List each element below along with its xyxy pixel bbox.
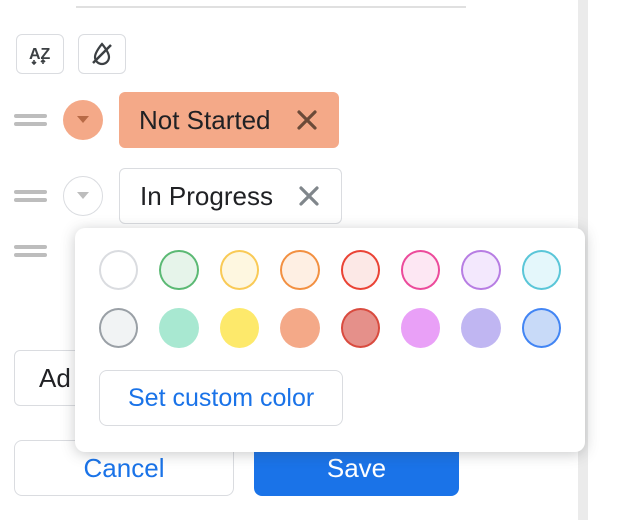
set-custom-color-button[interactable]: Set custom color xyxy=(99,370,343,426)
color-swatch[interactable] xyxy=(341,308,380,348)
option-row: Not Started xyxy=(14,92,470,148)
sort-az-button[interactable]: AZ xyxy=(16,34,64,74)
drag-handle-icon[interactable] xyxy=(14,113,47,127)
color-swatch[interactable] xyxy=(99,250,138,290)
chevron-down-icon xyxy=(76,115,90,125)
color-swatch[interactable] xyxy=(220,250,259,290)
option-label: Not Started xyxy=(139,105,271,136)
sort-az-icon: AZ xyxy=(27,43,53,65)
remove-option-button[interactable] xyxy=(295,182,323,210)
add-option-label: Ad xyxy=(39,363,71,394)
color-swatch[interactable] xyxy=(522,308,561,348)
drag-handle-icon[interactable] xyxy=(14,244,47,258)
chevron-down-icon xyxy=(76,191,90,201)
color-swatch[interactable] xyxy=(159,250,198,290)
svg-text:AZ: AZ xyxy=(29,46,51,63)
close-icon xyxy=(296,109,318,131)
color-swatch[interactable] xyxy=(99,308,138,348)
color-swatch[interactable] xyxy=(280,250,319,290)
color-toggle[interactable] xyxy=(63,176,103,216)
color-swatch[interactable] xyxy=(522,250,561,290)
color-picker-popover: Set custom color xyxy=(75,228,585,452)
color-swatch[interactable] xyxy=(159,308,198,348)
set-custom-color-label: Set custom color xyxy=(128,384,314,413)
drag-handle-icon[interactable] xyxy=(14,189,47,203)
no-color-icon xyxy=(88,40,116,68)
color-swatch[interactable] xyxy=(461,250,500,290)
color-swatch[interactable] xyxy=(220,308,259,348)
color-swatch[interactable] xyxy=(280,308,319,348)
color-swatch[interactable] xyxy=(401,308,440,348)
option-label: In Progress xyxy=(140,181,273,212)
color-swatch[interactable] xyxy=(401,250,440,290)
color-toggle[interactable] xyxy=(63,100,103,140)
color-swatch[interactable] xyxy=(341,250,380,290)
remove-option-button[interactable] xyxy=(293,106,321,134)
option-chip[interactable]: In Progress xyxy=(119,168,342,224)
close-icon xyxy=(298,185,320,207)
no-color-button[interactable] xyxy=(78,34,126,74)
divider xyxy=(76,6,466,8)
option-chip[interactable]: Not Started xyxy=(119,92,339,148)
color-swatch[interactable] xyxy=(461,308,500,348)
option-row: In Progress xyxy=(14,168,470,224)
